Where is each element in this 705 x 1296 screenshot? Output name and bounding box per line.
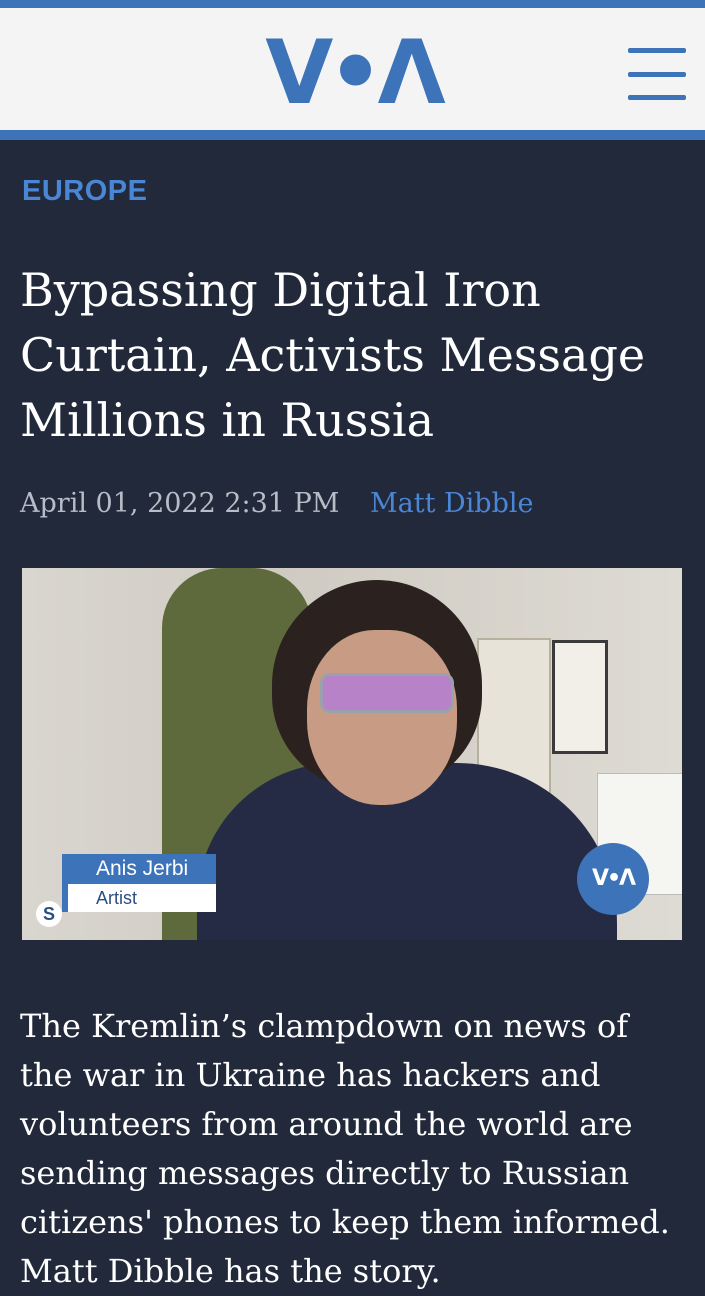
voa-watermark-icon: V•Λ (577, 843, 649, 915)
article-meta: April 01, 2022 2:31 PM Matt Dibble (20, 488, 533, 519)
category-link[interactable]: EUROPE (22, 175, 147, 208)
lower-third: Anis Jerbi Artist (62, 854, 216, 912)
wall-frame (552, 640, 608, 754)
site-header: V•Λ (0, 8, 705, 130)
author-link[interactable]: Matt Dibble (370, 488, 534, 519)
lower-third-name: Anis Jerbi (68, 854, 216, 884)
top-accent-stripe (0, 0, 705, 8)
speaker-face (307, 630, 457, 805)
menu-bar (628, 48, 686, 53)
publish-date: April 01, 2022 2:31 PM (20, 488, 340, 519)
skype-icon: S (36, 901, 62, 927)
menu-bar (628, 71, 686, 77)
voa-logo[interactable]: V•Λ (250, 21, 455, 124)
speaker-glasses (320, 673, 454, 713)
article-body: The Kremlin’s clampdown on news of the w… (20, 1007, 670, 1290)
hamburger-menu-icon[interactable] (628, 48, 686, 100)
video-player[interactable]: Anis Jerbi Artist S V•Λ (22, 568, 682, 940)
header-accent-bar (0, 130, 705, 140)
article-headline: Bypassing Digital Iron Curtain, Activist… (20, 263, 646, 447)
menu-bar (628, 95, 686, 100)
lower-third-role: Artist (96, 888, 138, 908)
logo-text: V•Λ (265, 21, 445, 124)
